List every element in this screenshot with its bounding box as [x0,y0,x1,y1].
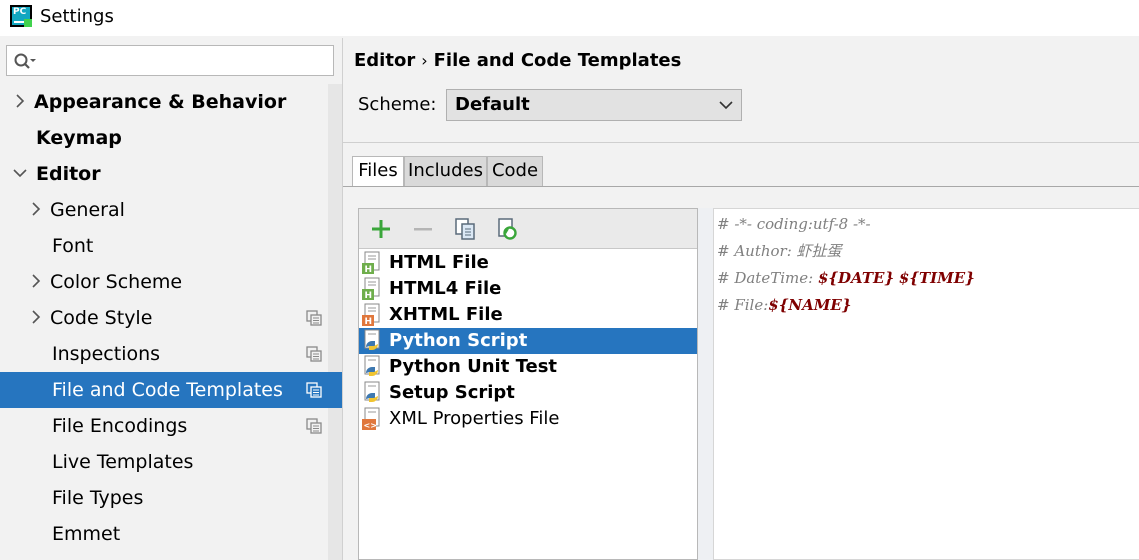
chevron-down-icon[interactable] [12,156,28,192]
svg-text:H: H [365,291,373,301]
template-editor[interactable]: # -*- coding:utf-8 -*- # Author: 虾扯蛋 # D… [713,208,1139,560]
breadcrumb: Editor › File and Code Templates [354,50,681,71]
code-line: # File:${NAME} [717,292,851,319]
sidebar-item[interactable]: Code Style [0,300,328,336]
sidebar-item-label: Keymap [36,127,122,149]
sidebar-item[interactable]: Editor [0,156,328,192]
template-item-label: Python Unit Test [389,356,558,377]
sidebar-item-label: Color Scheme [50,271,183,293]
template-item[interactable]: H XHTML File [359,302,697,328]
sidebar-item-label: Live Templates [52,451,194,473]
project-settings-icon [306,310,322,326]
svg-text:H: H [365,265,373,275]
sidebar-item[interactable]: Font [0,228,328,264]
scheme-dropdown[interactable]: Default [446,89,742,121]
sidebar-item-label: Inspections [52,343,161,365]
chevron-right-icon[interactable] [12,84,28,120]
sidebar-item-label: Appearance & Behavior [34,91,287,113]
breadcrumb-separator: › [421,51,428,70]
chevron-right-icon[interactable] [28,192,44,228]
sidebar-divider [342,38,343,560]
sidebar-item[interactable]: General [0,192,328,228]
sidebar-item[interactable]: Live Templates [0,444,328,480]
add-icon[interactable] [369,217,393,241]
template-item-label: Python Script [389,330,528,351]
splitter[interactable] [698,208,713,560]
sidebar-item[interactable]: Inspections [0,336,328,372]
sidebar-item-label: Emmet [52,523,121,545]
chevron-down-icon [719,101,733,110]
python-file-icon [364,381,380,402]
template-item[interactable]: <> XML Properties File [359,406,697,432]
sidebar-item-label: File and Code Templates [52,379,283,401]
search-icon [14,53,36,69]
reset-icon[interactable] [495,217,519,241]
search-input[interactable] [6,45,334,76]
chevron-right-icon[interactable] [28,300,44,336]
template-item[interactable]: Setup Script [359,380,697,406]
tab-files[interactable]: Files [352,156,404,186]
templates-list-panel: H HTML File H HTML4 File H XHTML File Python S… [358,208,698,560]
template-item-label: HTML File [389,252,489,273]
breadcrumb-current: File and Code Templates [433,50,682,71]
template-item-label: XML Properties File [389,408,560,429]
sidebar-item[interactable]: Keymap [0,120,328,156]
divider [343,142,1139,143]
tab-includes[interactable]: Includes [404,156,487,186]
project-settings-icon [306,382,322,398]
templates-toolbar [359,209,697,249]
sidebar-item[interactable]: Color Scheme [0,264,328,300]
sidebar-item[interactable]: File and Code Templates [0,372,342,408]
sidebar-item-label: Font [52,235,94,257]
svg-text:<>: <> [364,421,377,430]
template-item-label: HTML4 File [389,278,502,299]
template-item-label: Setup Script [389,382,515,403]
html-file-icon: H [362,251,380,275]
pycharm-logo-icon: PC [10,5,32,27]
template-variable: ${NAME} [768,296,852,314]
scheme-value: Default [455,94,530,115]
sidebar-item-label: File Types [52,487,144,509]
project-settings-icon [306,418,322,434]
code-line: # DateTime: ${DATE} ${TIME} [717,265,975,292]
template-item[interactable]: H HTML4 File [359,276,697,302]
window-title: Settings [40,6,114,27]
remove-icon[interactable] [411,217,435,241]
sidebar-scrollbar[interactable] [328,84,342,560]
template-item-label: XHTML File [389,304,503,325]
breadcrumb-parent[interactable]: Editor [354,50,415,71]
python-file-icon [364,355,380,376]
template-item[interactable]: Python Unit Test [359,354,697,380]
xhtml-file-icon: H [362,303,380,327]
sidebar-item[interactable]: File Types [0,480,328,516]
app-icon-text: PC [13,7,27,17]
svg-text:H: H [365,317,373,327]
sidebar-item[interactable]: Appearance & Behavior [0,84,328,120]
project-settings-icon [306,346,322,362]
title-bar: PC Settings [0,0,1139,36]
template-variable: ${DATE} [817,269,895,287]
tab-code[interactable]: Code [487,156,543,186]
sidebar-item-label: File Encodings [52,415,188,437]
sidebar-item[interactable]: File Encodings [0,408,328,444]
code-line: # Author: 虾扯蛋 [717,242,842,260]
tab-strip-border [343,186,1139,187]
sidebar-item[interactable]: Emmet [0,516,328,552]
code-line: # -*- coding:utf-8 -*- [717,215,871,233]
template-variable: ${TIME} [898,269,975,287]
sidebar-item-label: Editor [36,163,101,185]
chevron-right-icon[interactable] [28,264,44,300]
copy-icon[interactable] [453,217,477,241]
sidebar-item-label: Code Style [50,307,153,329]
scheme-label: Scheme: [358,94,437,115]
html-file-icon: H [362,277,380,301]
python-file-icon [364,329,380,350]
code-comment: # DateTime: [717,269,818,287]
xml-file-icon: <> [362,407,380,430]
template-item[interactable]: Python Script [359,328,697,354]
template-item[interactable]: H HTML File [359,250,697,276]
sidebar-item-label: General [50,199,125,221]
code-comment: # File: [717,296,769,314]
